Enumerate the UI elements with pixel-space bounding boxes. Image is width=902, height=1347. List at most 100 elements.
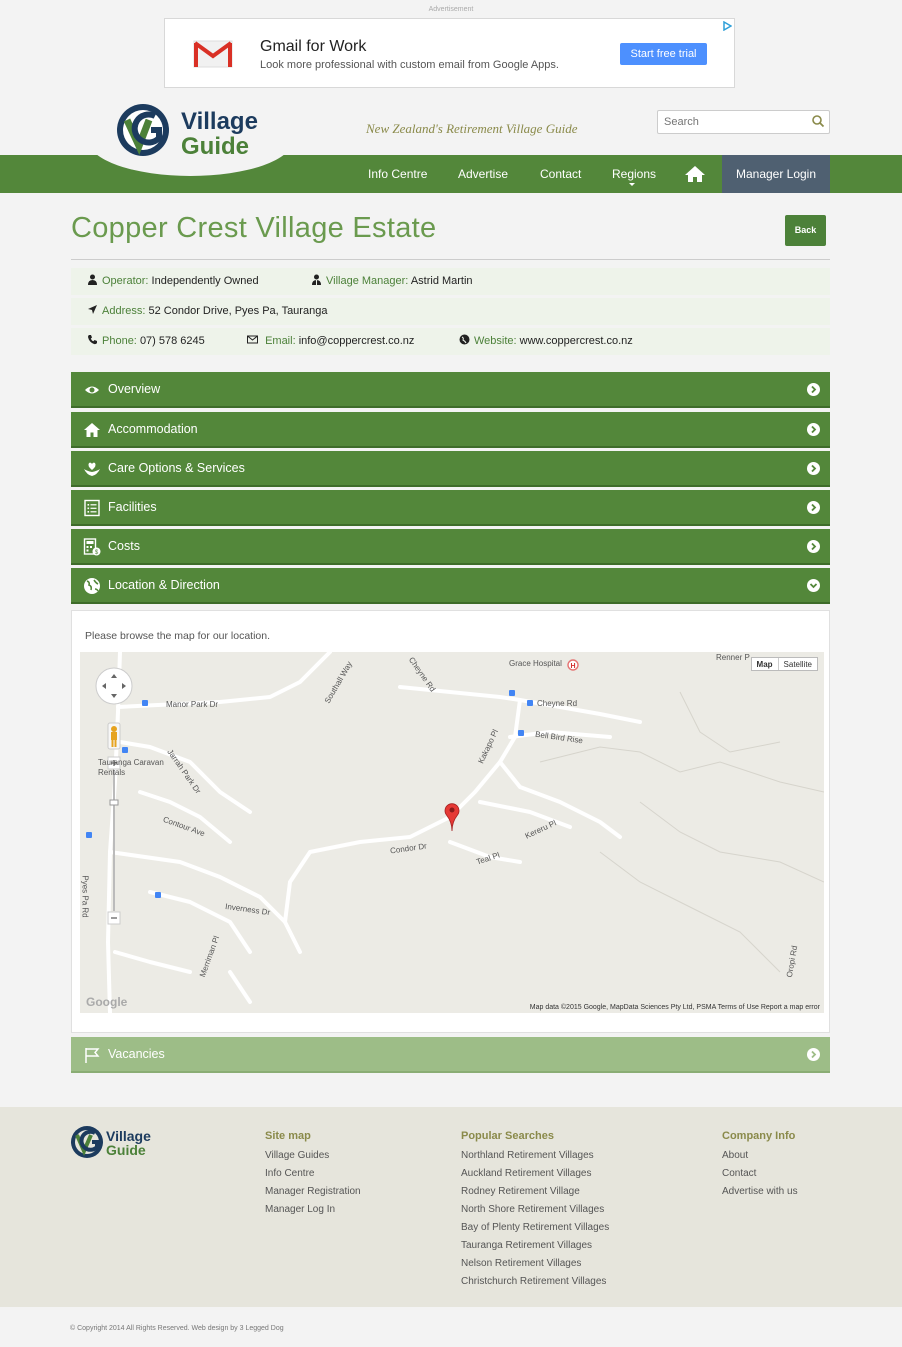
map-label-pyes-pa-rd: Pyes Pa Rd <box>80 875 90 918</box>
section-care-options[interactable]: Care Options & Services <box>71 451 830 487</box>
map-label-renner-pl: Renner P <box>716 653 750 662</box>
footer-link[interactable]: Nelson Retirement Villages <box>461 1255 609 1273</box>
footer-link[interactable]: About <box>722 1147 798 1165</box>
phone-info: Phone: 07) 578 6245 <box>87 328 205 355</box>
section-label: Costs <box>108 539 140 553</box>
ad-subtitle: Look more professional with custom email… <box>260 59 559 71</box>
section-location[interactable]: Location & Direction <box>71 568 830 604</box>
operator-info: Operator: Independently Owned <box>87 268 259 295</box>
section-label: Vacancies <box>108 1047 165 1061</box>
footer-logo[interactable]: Village Guide <box>70 1122 160 1162</box>
phone-value[interactable]: 07) 578 6245 <box>140 335 205 347</box>
google-map[interactable]: H Grace Hospital Cheyne Rd Manor Park Dr… <box>80 652 824 1013</box>
map-marker-icon[interactable] <box>444 802 460 832</box>
manager-login-button[interactable]: Manager Login <box>722 155 830 193</box>
footer-link[interactable]: Tauranga Retirement Villages <box>461 1237 609 1255</box>
nav-advertise[interactable]: Advertise <box>458 155 508 193</box>
manager-label: Village Manager: <box>326 275 409 287</box>
adchoices-icon[interactable] <box>722 21 732 31</box>
footer-company: Company Info About Contact Advertise wit… <box>722 1130 798 1201</box>
website-label: Website: <box>474 335 517 347</box>
chevron-right-icon <box>807 383 820 396</box>
chevron-right-icon <box>807 540 820 553</box>
footer-link[interactable]: Auckland Retirement Villages <box>461 1165 609 1183</box>
section-overview[interactable]: Overview <box>71 372 830 408</box>
footer-link[interactable]: Contact <box>722 1165 798 1183</box>
manager-user-icon <box>312 274 321 285</box>
chevron-right-icon <box>807 423 820 436</box>
footer-sitemap-title: Site map <box>265 1130 311 1142</box>
section-vacancies[interactable]: Vacancies <box>71 1037 830 1073</box>
back-button[interactable]: Back <box>785 215 826 246</box>
section-label: Accommodation <box>108 422 198 436</box>
address-value: 52 Condor Drive, Pyes Pa, Tauranga <box>148 305 328 317</box>
map-type-map[interactable]: Map <box>752 658 779 670</box>
footer-popular-title: Popular Searches <box>461 1130 554 1142</box>
page-title: Copper Crest Village Estate <box>71 212 437 244</box>
email-label: Email: <box>265 335 296 347</box>
map-type-satellite[interactable]: Satellite <box>779 658 817 670</box>
info-row-operator: Operator: Independently Owned Village Ma… <box>71 268 830 295</box>
email-value[interactable]: info@coppercrest.co.nz <box>299 335 415 347</box>
footer-link[interactable]: Christchurch Retirement Villages <box>461 1273 609 1291</box>
eye-icon <box>85 386 99 394</box>
map-type-control: Map Satellite <box>750 657 818 671</box>
nav-info-centre[interactable]: Info Centre <box>368 155 427 193</box>
google-map-logo: Google <box>86 995 128 1009</box>
svg-text:H: H <box>570 663 575 670</box>
info-row-address: Address: 52 Condor Drive, Pyes Pa, Taura… <box>71 298 830 325</box>
chevron-right-icon <box>807 1048 820 1061</box>
manager-value: Astrid Martin <box>410 275 473 287</box>
ad-label: Advertisement <box>428 6 474 13</box>
logo-text-guide: Guide <box>181 133 249 160</box>
street-view-pegman-icon[interactable] <box>107 722 121 750</box>
village-guide-logo[interactable]: Village Guide <box>115 96 265 166</box>
footer-link[interactable]: Village Guides <box>265 1147 361 1165</box>
phone-label: Phone: <box>102 335 137 347</box>
footer-link[interactable]: Manager Log In <box>265 1201 361 1219</box>
website-value[interactable]: www.coppercrest.co.nz <box>520 335 633 347</box>
location-intro: Please browse the map for our location. <box>85 630 271 642</box>
search-box <box>657 110 830 134</box>
footer-company-title: Company Info <box>722 1130 796 1142</box>
globe-icon <box>459 334 470 345</box>
envelope-icon <box>247 335 258 344</box>
footer-link[interactable]: Northland Retirement Villages <box>461 1147 609 1165</box>
footer-link[interactable]: Manager Registration <box>265 1183 361 1201</box>
website-info: Website: www.coppercrest.co.nz <box>459 328 633 355</box>
calculator-icon: $ <box>83 538 101 556</box>
zoom-slider[interactable] <box>107 756 121 926</box>
operator-value: Independently Owned <box>151 275 259 287</box>
map-label-manor-park-dr: Manor Park Dr <box>166 700 219 709</box>
map-attribution[interactable]: Map data ©2015 Google, MapData Sciences … <box>530 1004 820 1011</box>
section-costs[interactable]: $ Costs <box>71 529 830 565</box>
ad-title: Gmail for Work <box>260 38 367 55</box>
footer-link[interactable]: Advertise with us <box>722 1183 798 1201</box>
ad-cta-button[interactable]: Start free trial <box>620 43 707 65</box>
pan-control-icon[interactable] <box>94 666 134 706</box>
chevron-right-icon <box>807 501 820 514</box>
manager-info: Village Manager: Astrid Martin <box>311 268 473 295</box>
section-facilities[interactable]: Facilities <box>71 490 830 526</box>
footer-link[interactable]: Info Centre <box>265 1165 361 1183</box>
section-accommodation[interactable]: Accommodation <box>71 412 830 448</box>
search-input[interactable] <box>658 111 798 133</box>
footer-link[interactable]: Bay of Plenty Retirement Villages <box>461 1219 609 1237</box>
address-info: Address: 52 Condor Drive, Pyes Pa, Taura… <box>87 298 327 325</box>
section-label: Location & Direction <box>108 578 220 592</box>
email-info: Email: info@coppercrest.co.nz <box>247 328 414 355</box>
ad-banner[interactable]: Gmail for Work Look more professional wi… <box>164 18 735 88</box>
footer-link[interactable]: Rodney Retirement Village <box>461 1183 609 1201</box>
search-icon[interactable] <box>811 114 825 128</box>
section-label: Facilities <box>108 500 157 514</box>
home-icon[interactable] <box>684 165 706 183</box>
footer-link[interactable]: North Shore Retirement Villages <box>461 1201 609 1219</box>
home-icon <box>84 423 100 437</box>
nav-regions[interactable]: Regions <box>612 155 656 193</box>
nav-contact[interactable]: Contact <box>540 155 581 193</box>
gmail-logo-icon <box>193 40 233 68</box>
operator-label: Operator: <box>102 275 149 287</box>
footer-sitemap: Site map Village Guides Info Centre Mana… <box>265 1130 361 1219</box>
user-icon <box>88 274 97 285</box>
list-icon <box>84 499 100 517</box>
